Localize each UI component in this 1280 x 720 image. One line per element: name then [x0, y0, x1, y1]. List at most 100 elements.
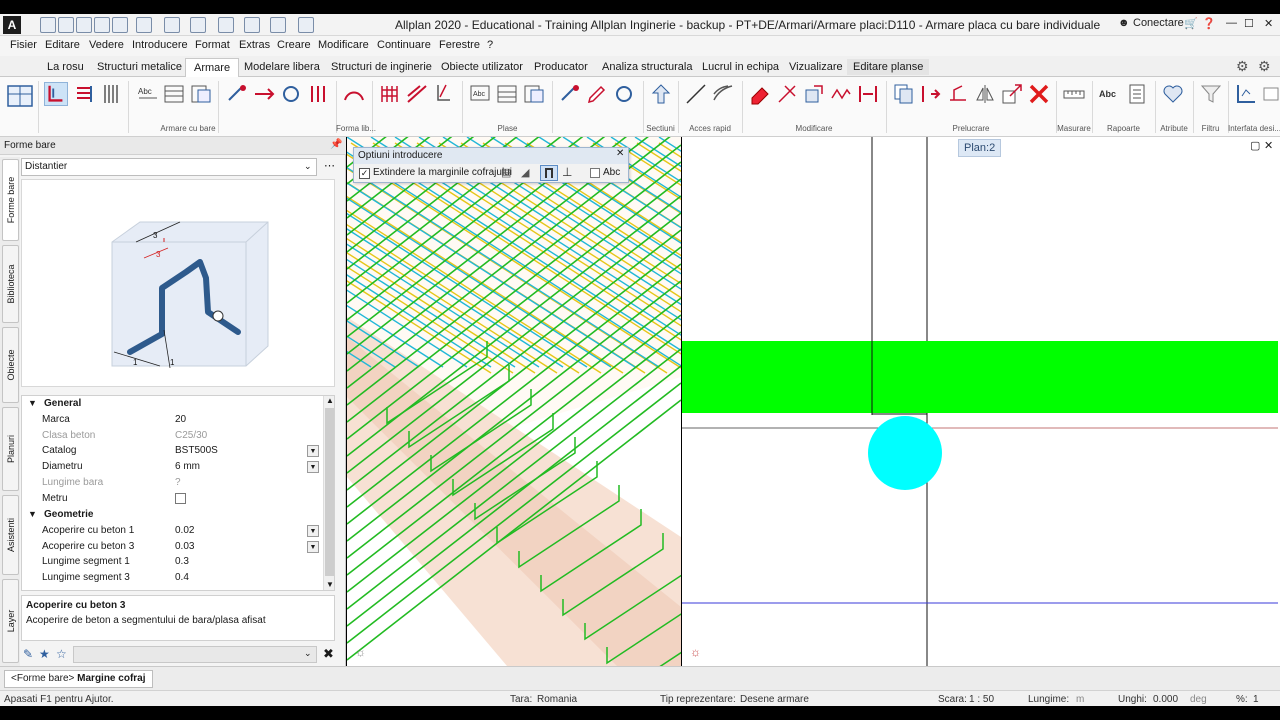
bar-list-icon[interactable] — [162, 82, 186, 106]
tab-vizualizare[interactable]: Vizualizare — [789, 61, 843, 73]
status-unghi-value[interactable]: 0.000 — [1153, 694, 1178, 705]
eyedropper-icon[interactable]: ✎ — [23, 647, 33, 661]
settings2-icon[interactable]: ⚙ — [1258, 58, 1271, 75]
minimize-icon[interactable]: — — [1226, 17, 1237, 29]
polyline-icon[interactable] — [829, 82, 853, 106]
prop-diametru[interactable]: Diametru 6 mm ▼ — [22, 460, 322, 476]
qa-copy-icon[interactable] — [112, 17, 128, 33]
options-dialog-header[interactable]: Optiuni introducere ✕ — [354, 148, 628, 164]
qa-misc-icon[interactable] — [298, 17, 314, 33]
menu-fisier[interactable]: Fisier — [10, 39, 37, 51]
status-scara-value[interactable]: 1 : 50 — [969, 694, 994, 705]
prop-lungime-segment-1[interactable]: Lungime segment 1 0.3 — [22, 555, 322, 571]
scale-icon[interactable] — [1000, 82, 1024, 106]
menu-vedere[interactable]: Vedere — [89, 39, 124, 51]
prop-marca[interactable]: Marca 20 — [22, 413, 322, 429]
side-tab-biblioteca[interactable]: Biblioteca — [2, 245, 19, 323]
dialog-close-icon[interactable]: ✕ — [616, 148, 624, 159]
help-icon[interactable]: ❓ — [1202, 17, 1216, 30]
favorite-dropdown[interactable]: ⌄ — [73, 646, 317, 663]
favorites-icon[interactable]: ★ — [39, 647, 50, 661]
tab-modelare-libera[interactable]: Modelare libera — [244, 61, 320, 73]
menu-ferestre[interactable]: Ferestre — [439, 39, 480, 51]
acoperire1-dropdown-icon[interactable]: ▼ — [307, 525, 319, 537]
mesh-list-icon[interactable] — [495, 82, 519, 106]
save-favorite-icon[interactable]: ☆ — [56, 647, 67, 661]
copy-icon[interactable] — [892, 82, 916, 106]
shape-type-dropdown[interactable]: Distantier ⌄ — [21, 158, 317, 176]
menu-editare[interactable]: Editare — [45, 39, 80, 51]
section-general[interactable]: ▼ General — [22, 397, 322, 413]
diameter-dropdown-icon[interactable]: ▼ — [307, 461, 319, 473]
mesh-icon[interactable] — [378, 82, 402, 106]
section-icon[interactable] — [649, 82, 673, 106]
app-icon[interactable]: A — [3, 16, 21, 34]
tab-armare[interactable]: Armare — [185, 58, 240, 78]
qa-select-icon[interactable] — [190, 17, 206, 33]
report-abc-icon[interactable]: Abc — [1098, 82, 1122, 106]
viewport-layout-icon[interactable] — [6, 82, 34, 110]
tab-la-rosu[interactable]: La rosu — [47, 61, 84, 73]
breadcrumb-back[interactable]: <Forme bare> — [11, 673, 74, 684]
menu-modificare[interactable]: Modificare — [318, 39, 369, 51]
redo-icon[interactable] — [164, 17, 180, 33]
viewport-2d[interactable]: Plan:2 ▢ ✕ ☼ — [682, 137, 1280, 666]
erase-icon[interactable] — [748, 82, 772, 106]
prop-catalog[interactable]: Catalog BST500S ▼ — [22, 444, 322, 460]
qa-new-icon[interactable] — [40, 17, 56, 33]
menu-continuare[interactable]: Continuare — [377, 39, 431, 51]
move-icon[interactable] — [802, 82, 826, 106]
close-icon[interactable]: ✕ — [1264, 17, 1273, 30]
mirror-option-icon[interactable]: ◢ — [521, 166, 529, 179]
side-tab-planuri[interactable]: Planuri — [2, 407, 19, 491]
report-list-icon[interactable] — [1125, 82, 1149, 106]
qa-layer-icon[interactable] — [244, 17, 260, 33]
section-geometrie[interactable]: ▼ Geometrie — [22, 508, 322, 524]
plan-label[interactable]: Plan:2 — [958, 139, 1002, 157]
bar-stretch-icon[interactable] — [252, 82, 276, 106]
mirror-icon[interactable] — [973, 82, 997, 106]
tab-structuri-metalice[interactable]: Structuri metalice — [97, 61, 182, 73]
mesh-edit-icon[interactable] — [432, 82, 456, 106]
abc-checkbox[interactable] — [590, 168, 600, 178]
measure-icon[interactable] — [1062, 82, 1086, 106]
tab-lucrul-in-echipa[interactable]: Lucrul in echipa — [702, 61, 779, 73]
acoperire3-dropdown-icon[interactable]: ▼ — [307, 541, 319, 553]
viewport-3d[interactable]: ☼ — [347, 137, 681, 666]
side-tab-forme-bare[interactable]: Forme bare — [2, 159, 19, 241]
attribute-icon[interactable] — [1161, 82, 1185, 106]
bar-update-icon[interactable] — [306, 82, 330, 106]
tab-obiecte-utilizator[interactable]: Obiecte utilizator — [441, 61, 523, 73]
bar-placement-icon[interactable] — [73, 82, 97, 106]
stretch-icon[interactable] — [856, 82, 880, 106]
side-tab-asistenti[interactable]: Asistenti — [2, 495, 19, 575]
delete-icon[interactable] — [1027, 82, 1051, 106]
bar-schedule-icon[interactable] — [189, 82, 213, 106]
hatch-icon[interactable] — [711, 82, 735, 106]
viewport-maximize-icon[interactable]: ▢ — [1250, 139, 1260, 152]
menu-creare[interactable]: Creare — [277, 39, 311, 51]
side-tab-obiecte[interactable]: Obiecte — [2, 327, 19, 403]
tools-icon[interactable]: ✖ — [323, 646, 334, 662]
qa-save-icon[interactable] — [76, 17, 92, 33]
status-lungime-value[interactable]: m — [1076, 694, 1084, 705]
qa-settings-icon[interactable] — [218, 17, 234, 33]
status-tara-value[interactable]: Romania — [537, 694, 577, 705]
interface2-icon[interactable] — [1262, 82, 1280, 106]
formwork-icon[interactable]: ▤ — [501, 166, 511, 179]
nav-icon[interactable]: ☼ — [690, 645, 701, 659]
mesh-place-icon[interactable] — [405, 82, 429, 106]
qa-print-icon[interactable] — [94, 17, 110, 33]
bar-shape-icon[interactable] — [44, 82, 68, 106]
status-tip-value[interactable]: Desene armare — [740, 694, 809, 705]
tab-analiza-structurala[interactable]: Analiza structurala — [602, 61, 693, 73]
menu-format[interactable]: Format — [195, 39, 230, 51]
mesh-schedule-icon[interactable] — [522, 82, 546, 106]
prop-acoperire-1[interactable]: Acoperire cu beton 1 0.02 ▼ — [22, 524, 322, 540]
mesh-label-icon[interactable]: Abc — [468, 82, 492, 106]
bar-label-icon[interactable]: Abc — [136, 82, 160, 106]
metru-checkbox[interactable] — [175, 493, 186, 504]
pin-icon[interactable]: 📌 — [330, 139, 342, 150]
mesh-modify-icon[interactable] — [558, 82, 582, 106]
tab-producator[interactable]: Producator — [534, 61, 588, 73]
